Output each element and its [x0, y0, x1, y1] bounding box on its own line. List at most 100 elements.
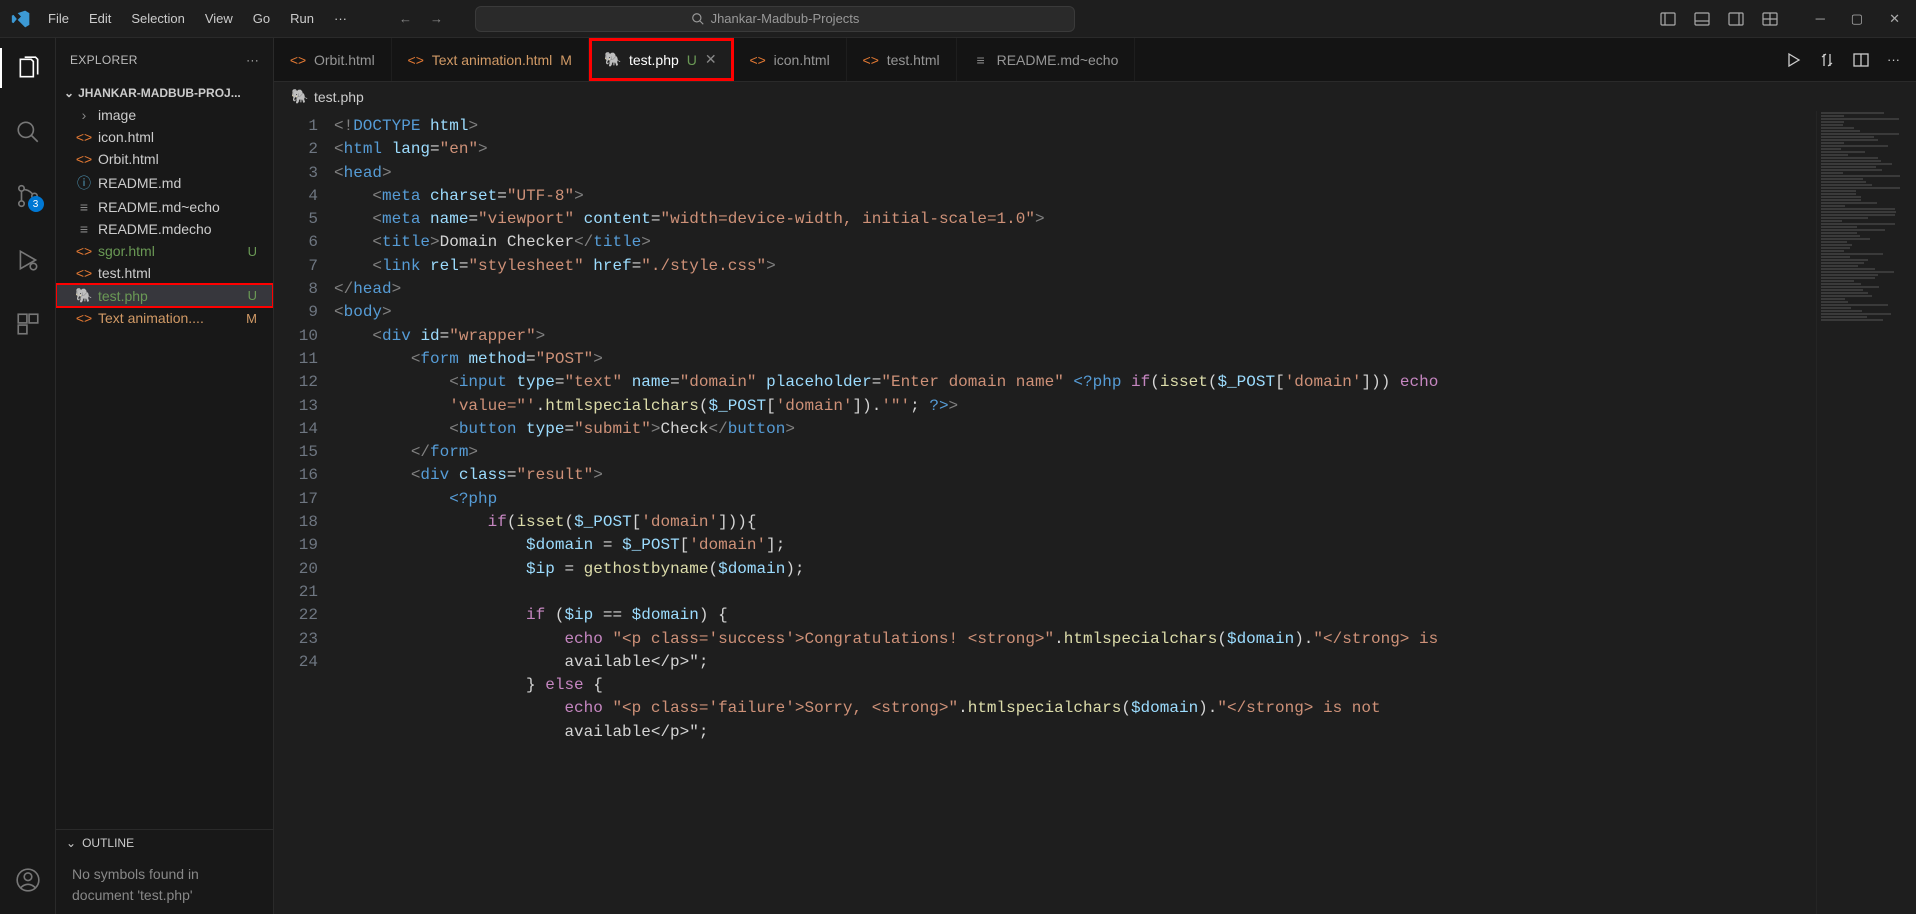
html-icon: <> [76, 243, 92, 259]
run-icon[interactable] [1785, 52, 1801, 68]
tab-label: test.php [629, 52, 679, 68]
window-minimize-icon[interactable]: ─ [1816, 11, 1825, 27]
layout-primary-icon[interactable] [1660, 11, 1676, 27]
code-area[interactable]: 123456789101112131415161718192021222324 … [274, 111, 1916, 914]
file-name: icon.html [98, 129, 154, 145]
file-icon: ≡ [76, 221, 92, 237]
file-name: Text animation.... [98, 310, 204, 326]
file-name: README.md [98, 175, 181, 191]
project-header[interactable]: ⌄ JHANKAR-MADBUB-PROJ... [56, 82, 273, 104]
file-status: U [248, 288, 265, 303]
layout-panel-icon[interactable] [1694, 11, 1710, 27]
file-name: README.md~echo [98, 199, 220, 215]
tab-test.html[interactable]: <> test.html [847, 38, 957, 81]
tab-badge: M [560, 52, 572, 68]
nav-forward-icon[interactable]: → [430, 11, 443, 26]
menu-file[interactable]: File [38, 5, 79, 32]
file-Text animation....[interactable]: <>Text animation....M [56, 307, 273, 329]
file-image[interactable]: › image [56, 104, 273, 126]
activity-explorer[interactable] [0, 48, 56, 88]
tab-test.php[interactable]: 🐘test.phpU✕ [589, 38, 734, 81]
menu-go[interactable]: Go [243, 5, 280, 32]
more-icon[interactable]: ··· [1887, 52, 1900, 67]
html-icon: <> [290, 52, 306, 68]
window-close-icon[interactable]: ✕ [1889, 11, 1900, 27]
html-icon: <> [76, 265, 92, 281]
html-icon: <> [408, 52, 424, 68]
tab-actions: ··· [1785, 38, 1916, 81]
activity-accounts[interactable] [0, 860, 56, 900]
file-README.md~echo[interactable]: ≡README.md~echo [56, 196, 273, 218]
breadcrumb[interactable]: 🐘 test.php [274, 82, 1916, 111]
menu-selection[interactable]: Selection [121, 5, 194, 32]
tab-Orbit.html[interactable]: <> Orbit.html [274, 38, 392, 81]
file-test.php[interactable]: 🐘 test.php U [56, 284, 273, 307]
file-name: image [98, 107, 136, 123]
folder-icon: › [76, 107, 92, 123]
file-status: M [246, 311, 265, 326]
file-Orbit.html[interactable]: <> Orbit.html [56, 148, 273, 170]
layout-custom-icon[interactable] [1762, 11, 1778, 27]
file-icon: ≡ [973, 52, 989, 68]
search-icon [691, 12, 705, 26]
more-icon[interactable]: ··· [246, 53, 259, 67]
menu-run[interactable]: Run [280, 5, 324, 32]
minimap[interactable] [1816, 111, 1916, 914]
window-maximize-icon[interactable]: ▢ [1851, 11, 1863, 27]
layout-secondary-icon[interactable] [1728, 11, 1744, 27]
menu-view[interactable]: View [195, 5, 243, 32]
line-numbers: 123456789101112131415161718192021222324 [274, 111, 334, 914]
tab-Text animation.html[interactable]: <>Text animation.htmlM [392, 38, 589, 81]
file-name: Orbit.html [98, 151, 159, 167]
search-label: Jhankar-Madbub-Projects [711, 11, 860, 26]
nav-arrows: ← → [399, 11, 443, 26]
tab-label: Orbit.html [314, 52, 375, 68]
code-content[interactable]: <!DOCTYPE html><html lang="en"><head> <m… [334, 111, 1816, 914]
project-name: JHANKAR-MADBUB-PROJ... [78, 86, 241, 100]
sidebar-header: EXPLORER ··· [56, 38, 273, 82]
outline-section: ⌄ OUTLINE No symbols found in document '… [56, 829, 273, 914]
tab-label: README.md~echo [997, 52, 1119, 68]
command-center-search[interactable]: Jhankar-Madbub-Projects [475, 6, 1075, 32]
activity-bar: 3 [0, 38, 56, 914]
nav-back-icon[interactable]: ← [399, 11, 412, 26]
tab-badge: U [687, 52, 697, 68]
menu-···[interactable]: ··· [324, 5, 357, 32]
sidebar-title: EXPLORER [70, 53, 138, 67]
activity-search[interactable] [0, 112, 56, 152]
file-tree: › image <> icon.html <> Orbit.html ⓘ README.md ≡… [56, 104, 273, 829]
activity-run-debug[interactable] [0, 240, 56, 280]
menu-bar: FileEditSelectionViewGoRun··· [38, 5, 357, 32]
file-test.html[interactable]: <> test.html [56, 262, 273, 284]
php-icon: 🐘 [76, 287, 92, 304]
diff-icon[interactable] [1819, 52, 1835, 68]
file-name: test.html [98, 265, 151, 281]
title-right-controls: ─ ▢ ✕ [1660, 11, 1910, 27]
php-icon: 🐘 [292, 88, 308, 105]
html-icon: <> [750, 52, 766, 68]
tab-label: test.html [887, 52, 940, 68]
file-icon.html[interactable]: <> icon.html [56, 126, 273, 148]
file-sgor.html[interactable]: <> sgor.html U [56, 240, 273, 262]
activity-source-control[interactable]: 3 [0, 176, 56, 216]
file-name: test.php [98, 288, 148, 304]
menu-edit[interactable]: Edit [79, 5, 121, 32]
html-icon: <> [76, 129, 92, 145]
outline-header[interactable]: ⌄ OUTLINE [56, 830, 273, 856]
chevron-down-icon: ⌄ [64, 86, 74, 100]
tab-bar: <>Orbit.html<>Text animation.htmlM🐘test.… [274, 38, 1916, 82]
file-name: sgor.html [98, 243, 155, 259]
file-status: U [248, 244, 265, 259]
tab-icon.html[interactable]: <>icon.html [734, 38, 847, 81]
split-icon[interactable] [1853, 52, 1869, 68]
vscode-logo-icon [6, 9, 36, 29]
close-icon[interactable]: ✕ [705, 51, 717, 68]
tab-README.md~echo[interactable]: ≡ README.md~echo [957, 38, 1136, 81]
file-README.md[interactable]: ⓘ README.md [56, 170, 273, 196]
html-icon: <> [863, 52, 879, 68]
info-icon: ⓘ [76, 173, 92, 193]
activity-extensions[interactable] [0, 304, 56, 344]
file-README.mdecho[interactable]: ≡README.mdecho [56, 218, 273, 240]
scm-badge: 3 [28, 196, 44, 212]
html-icon: <> [76, 151, 92, 167]
